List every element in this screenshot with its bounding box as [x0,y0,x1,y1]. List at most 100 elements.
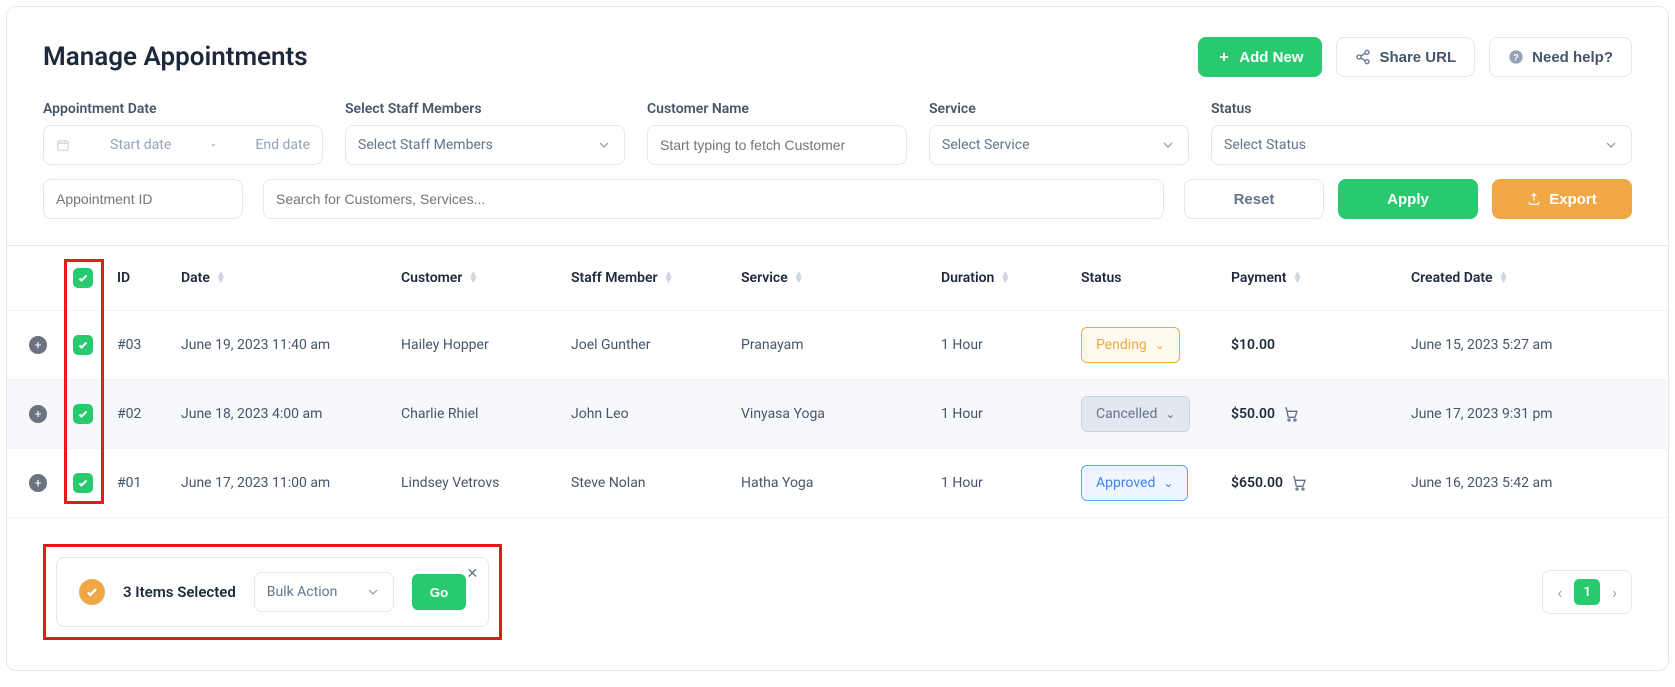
table-header: ID Date▲▼ Customer▲▼ Staff Member▲▼ Serv… [7,246,1668,311]
search-wrap[interactable] [263,179,1164,219]
filters-row-2: Reset Apply Export [43,179,1632,219]
chevron-down-icon: ⌄ [1165,407,1175,421]
cell-payment: $650.00 [1231,475,1411,491]
status-label: Pending [1096,337,1147,353]
expand-row-button[interactable]: + [29,405,47,423]
status-select[interactable]: Approved ⌄ [1081,465,1188,501]
status-select[interactable]: Cancelled ⌄ [1081,396,1190,432]
appointments-table: ID Date▲▼ Customer▲▼ Staff Member▲▼ Serv… [7,245,1668,518]
col-service[interactable]: Service▲▼ [741,270,941,286]
status-label: Cancelled [1096,406,1157,422]
cell-customer: Hailey Hopper [401,337,571,353]
cell-customer: Charlie Rhiel [401,406,571,422]
col-payment[interactable]: Payment▲▼ [1231,270,1411,286]
status-select[interactable]: Select Status [1211,125,1632,165]
search-input[interactable] [276,191,1151,207]
share-url-button[interactable]: Share URL [1336,37,1475,77]
service-placeholder: Select Service [942,137,1030,153]
cell-payment: $50.00 [1231,406,1411,422]
date-range-input[interactable]: Start date - End date [43,125,323,165]
check-icon [77,339,89,351]
filters-row: Appointment Date Start date - End date S… [43,101,1632,165]
customer-input-wrap[interactable] [647,125,907,165]
check-icon [77,408,89,420]
pager-current[interactable]: 1 [1574,579,1600,605]
col-date[interactable]: Date▲▼ [181,270,401,286]
row-checkbox[interactable] [73,335,93,355]
cell-staff: Joel Gunther [571,337,741,353]
export-button[interactable]: Export [1492,179,1632,219]
row-checkbox[interactable] [73,404,93,424]
chevron-down-icon [596,137,612,153]
staff-placeholder: Select Staff Members [358,137,493,153]
filter-service: Service Select Service [929,101,1189,165]
pager-prev[interactable]: ‹ [1557,583,1562,602]
filter-staff: Select Staff Members Select Staff Member… [345,101,625,165]
header-row: Manage Appointments Add New Share URL ? … [43,37,1632,77]
col-duration[interactable]: Duration▲▼ [941,270,1081,286]
filter-customer: Customer Name [647,101,907,165]
expand-row-button[interactable]: + [29,474,47,492]
check-icon [77,272,89,284]
chevron-down-icon: ⌄ [1163,476,1173,490]
status-select[interactable]: Pending ⌄ [1081,327,1180,363]
bulk-go-label: Go [430,585,449,600]
check-icon [77,477,89,489]
sort-icon: ▲▼ [1499,272,1509,284]
page-title: Manage Appointments [43,42,308,72]
row-checkbox[interactable] [73,473,93,493]
status-label: Approved [1096,475,1155,491]
filter-date-label: Appointment Date [43,101,323,117]
select-all-checkbox[interactable] [73,268,93,288]
export-label: Export [1549,191,1597,208]
customer-input[interactable] [660,137,894,153]
col-staff[interactable]: Staff Member▲▼ [571,270,741,286]
payment-amount: $650.00 [1231,475,1283,491]
apply-label: Apply [1387,191,1429,208]
staff-select[interactable]: Select Staff Members [345,125,625,165]
filter-service-label: Service [929,101,1189,117]
reset-button[interactable]: Reset [1184,179,1324,219]
share-icon [1355,49,1371,65]
col-customer[interactable]: Customer▲▼ [401,270,571,286]
cell-duration: 1 Hour [941,475,1081,491]
cart-icon[interactable] [1283,406,1299,422]
start-date-placeholder: Start date [110,137,171,153]
appointment-id-input[interactable] [56,191,230,207]
sort-icon: ▲▼ [664,272,674,284]
expand-row-button[interactable]: + [29,336,47,354]
col-created[interactable]: Created Date▲▼ [1411,270,1646,286]
cell-service: Pranayam [741,337,941,353]
bulk-check-icon [79,579,105,605]
col-id[interactable]: ID [117,270,181,286]
pagination: ‹ 1 › [1542,570,1632,614]
cell-created: June 17, 2023 9:31 pm [1411,406,1646,422]
bulk-action-select[interactable]: Bulk Action [254,572,394,612]
pager-next[interactable]: › [1612,583,1617,602]
add-new-button[interactable]: Add New [1198,37,1322,77]
apply-button[interactable]: Apply [1338,179,1478,219]
cell-created: June 16, 2023 5:42 am [1411,475,1646,491]
bulk-action-placeholder: Bulk Action [267,584,338,600]
chevron-down-icon [1603,137,1619,153]
date-dash: - [211,137,215,153]
cart-icon[interactable] [1291,475,1307,491]
need-help-button[interactable]: ? Need help? [1489,37,1632,77]
service-select[interactable]: Select Service [929,125,1189,165]
sort-icon: ▲▼ [1293,272,1303,284]
bulk-go-button[interactable]: Go [412,574,467,610]
col-status[interactable]: Status [1081,270,1231,286]
payment-amount: $50.00 [1231,406,1275,422]
table-row: + #02 June 18, 2023 4:00 am Charlie Rhie… [7,380,1668,449]
filter-actions: Reset Apply Export [1184,179,1632,219]
table-row: + #01 June 17, 2023 11:00 am Lindsey Vet… [7,449,1668,518]
cell-staff: Steve Nolan [571,475,741,491]
cell-date: June 19, 2023 11:40 am [181,337,401,353]
sort-icon: ▲▼ [216,272,226,284]
calendar-icon [56,138,70,152]
svg-text:?: ? [1513,52,1519,62]
filter-status-label: Status [1211,101,1632,117]
cell-id: #02 [117,406,181,422]
appointment-id-wrap[interactable] [43,179,243,219]
close-icon[interactable]: ✕ [467,566,479,582]
